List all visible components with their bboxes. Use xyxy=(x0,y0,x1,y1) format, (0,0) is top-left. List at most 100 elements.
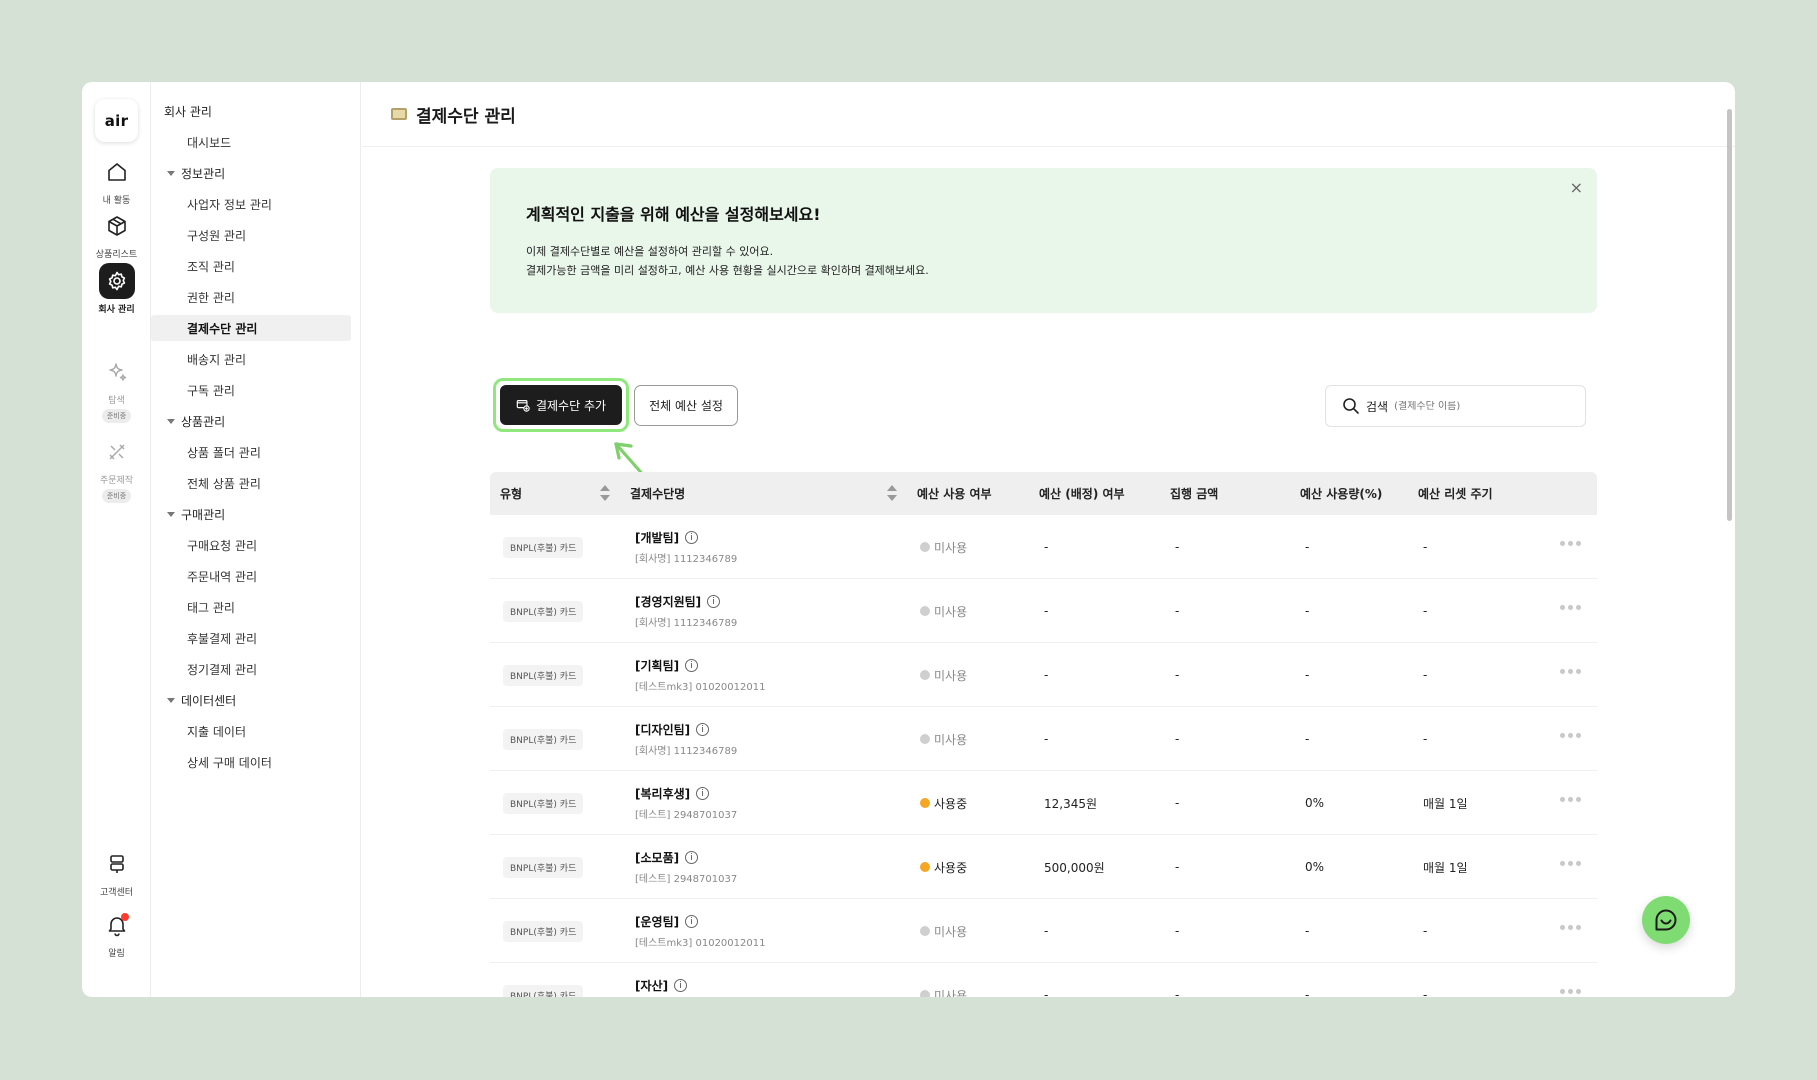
rail-item-activity[interactable]: 내 활동 xyxy=(82,154,151,206)
menu-group-purchase[interactable]: 구매관리 xyxy=(151,501,351,527)
payment-method-name[interactable]: [기획팀] xyxy=(635,657,679,674)
search-label: 검색 xyxy=(1366,399,1389,414)
info-icon[interactable]: i xyxy=(685,915,699,928)
more-icon[interactable] xyxy=(1560,861,1581,866)
budget-status: 미사용 xyxy=(934,668,968,683)
menu-item[interactable]: 정기결제 관리 xyxy=(151,656,351,682)
menu-item[interactable]: 주문내역 관리 xyxy=(151,563,351,589)
rail-item-support[interactable]: 고객센터 xyxy=(82,846,151,898)
menu-item[interactable]: 상세 구매 데이터 xyxy=(151,749,351,775)
budget-usage: - xyxy=(1305,668,1310,682)
budget-amount: - xyxy=(1044,924,1049,938)
more-icon[interactable] xyxy=(1560,797,1581,802)
sort-icon[interactable] xyxy=(887,485,897,502)
budget-usage: - xyxy=(1305,540,1310,554)
menu-item[interactable]: 사업자 정보 관리 xyxy=(151,191,351,217)
menu-item[interactable]: 권한 관리 xyxy=(151,284,351,310)
type-tag: BNPL(후불) 카드 xyxy=(503,728,584,750)
info-icon[interactable]: i xyxy=(707,595,721,608)
more-icon[interactable] xyxy=(1560,605,1581,610)
info-icon[interactable]: i xyxy=(674,979,688,992)
rail-item-company[interactable]: 회사 관리 xyxy=(82,263,151,315)
menu-item-dashboard[interactable]: 대시보드 xyxy=(151,129,351,155)
menu-item[interactable]: 구독 관리 xyxy=(151,377,351,403)
payment-method-name[interactable]: [복리후생] xyxy=(635,785,690,802)
type-tag: BNPL(후불) 카드 xyxy=(503,984,584,997)
menu-item[interactable]: 배송지 관리 xyxy=(151,346,351,372)
rail-item-alerts[interactable]: 알림 xyxy=(82,907,151,959)
banner-title: 계획적인 지출을 위해 예산을 설정해보세요! xyxy=(526,205,821,224)
payment-method-name[interactable]: [경영지원팀] xyxy=(635,593,701,610)
table-row[interactable]: BNPL(후불) 카드 [기획팀] i [테스트mk3] 01020012011 미사용… xyxy=(490,643,1597,707)
budget-banner: × 계획적인 지출을 위해 예산을 설정해보세요! 이제 결제수단별로 예산을 … xyxy=(490,168,1597,313)
budget-usage: 0% xyxy=(1305,860,1325,874)
add-button-label: 결제수단 추가 xyxy=(535,398,607,413)
home-icon xyxy=(99,154,135,190)
payment-method-name[interactable]: [소모품] xyxy=(635,849,679,866)
menu-item[interactable]: 구성원 관리 xyxy=(151,222,351,248)
table-row[interactable]: BNPL(후불) 카드 [경영지원팀] i [회사명] 1112346789 미사용 - -… xyxy=(490,579,1597,643)
payment-method-account: [회사명] 1112346789 xyxy=(635,554,738,565)
chat-icon xyxy=(1655,909,1677,931)
menu-item[interactable]: 구매요청 관리 xyxy=(151,532,351,558)
menu-item[interactable]: 전체 상품 관리 xyxy=(151,470,351,496)
search-input[interactable] xyxy=(1394,400,1565,412)
search-box[interactable]: 검색 xyxy=(1325,385,1586,427)
app-window: air 내 활동 상품리스트 회사 관리 탐색 준비중 주문제작 준비중 고객센… xyxy=(82,82,1735,997)
menu-item[interactable]: 지출 데이터 xyxy=(151,718,351,744)
table-row[interactable]: BNPL(후불) 카드 [디자인팀] i [회사명] 1112346789 미사용 - - -… xyxy=(490,707,1597,771)
caret-down-icon xyxy=(167,418,175,424)
set-all-budget-button[interactable]: 전체 예산 설정 xyxy=(634,385,738,426)
rail-item-custom-order: 주문제작 준비중 xyxy=(82,434,151,503)
menu-item[interactable]: 태그 관리 xyxy=(151,594,351,620)
reset-cycle: - xyxy=(1423,540,1428,554)
info-icon[interactable]: i xyxy=(685,659,699,672)
app-logo[interactable]: air xyxy=(95,99,138,142)
menu-group-products[interactable]: 상품관리 xyxy=(151,408,351,434)
banner-text: 결제가능한 금액을 미리 설정하고, 예산 사용 현황을 실시간으로 확인하며 … xyxy=(526,264,929,277)
reset-cycle: - xyxy=(1423,732,1428,746)
spent-amount: - xyxy=(1175,668,1180,682)
add-payment-method-button[interactable]: 결제수단 추가 xyxy=(500,385,622,425)
rail-item-products[interactable]: 상품리스트 xyxy=(82,208,151,260)
status-dot xyxy=(920,862,930,872)
menu-group-label: 데이터센터 xyxy=(181,693,237,708)
type-tag: BNPL(후불) 카드 xyxy=(503,920,584,942)
sort-icon[interactable] xyxy=(600,485,610,502)
menu-item[interactable]: 조직 관리 xyxy=(151,253,351,279)
more-icon[interactable] xyxy=(1560,925,1581,930)
info-icon[interactable]: i xyxy=(696,723,710,736)
coming-soon-badge: 준비중 xyxy=(101,409,132,423)
payment-method-name[interactable]: [디자인팀] xyxy=(635,721,690,738)
menu-item[interactable]: 후불결제 관리 xyxy=(151,625,351,651)
more-icon[interactable] xyxy=(1560,541,1581,546)
table-row[interactable]: BNPL(후불) 카드 [복리후생] i [테스트] 2948701037 사용중 12,… xyxy=(490,771,1597,835)
reset-cycle: - xyxy=(1423,924,1428,938)
chat-button[interactable] xyxy=(1642,896,1690,944)
budget-usage: - xyxy=(1305,732,1310,746)
payment-method-name[interactable]: [개발팀] xyxy=(635,529,679,546)
payment-method-name[interactable]: [운영팀] xyxy=(635,913,679,930)
menu-item-active[interactable]: 결제수단 관리 xyxy=(151,315,351,341)
menu-group-data[interactable]: 데이터센터 xyxy=(151,687,351,713)
scrollbar-thumb[interactable] xyxy=(1727,109,1732,521)
payment-method-name[interactable]: [자산] xyxy=(635,977,668,994)
status-dot xyxy=(920,990,930,997)
table-row[interactable]: BNPL(후불) 카드 [소모품] i [테스트] 2948701037 사용중 500,… xyxy=(490,835,1597,899)
menu-item[interactable]: 상품 폴더 관리 xyxy=(151,439,351,465)
close-icon[interactable]: × xyxy=(1570,178,1583,197)
info-icon[interactable]: i xyxy=(685,531,699,544)
rail-label: 주문제작 xyxy=(99,476,134,486)
table-row[interactable]: BNPL(후불) 카드 [개발팀] i [회사명] 1112346789 미사용 - - - - xyxy=(490,515,1597,579)
more-icon[interactable] xyxy=(1560,989,1581,994)
info-icon[interactable]: i xyxy=(685,851,699,864)
menu-root[interactable]: 회사 관리 xyxy=(151,98,351,124)
table-row[interactable]: BNPL(후불) 카드 [운영팀] i [테스트mk3] 01020012011 미사용… xyxy=(490,899,1597,963)
more-icon[interactable] xyxy=(1560,669,1581,674)
menu-group-info[interactable]: 정보관리 xyxy=(151,160,351,186)
budget-usage: - xyxy=(1305,604,1310,618)
budget-usage: - xyxy=(1305,988,1310,997)
table-row[interactable]: BNPL(후불) 카드 [자산] i 미사용 - - - - xyxy=(490,963,1597,997)
info-icon[interactable]: i xyxy=(696,787,710,800)
more-icon[interactable] xyxy=(1560,733,1581,738)
